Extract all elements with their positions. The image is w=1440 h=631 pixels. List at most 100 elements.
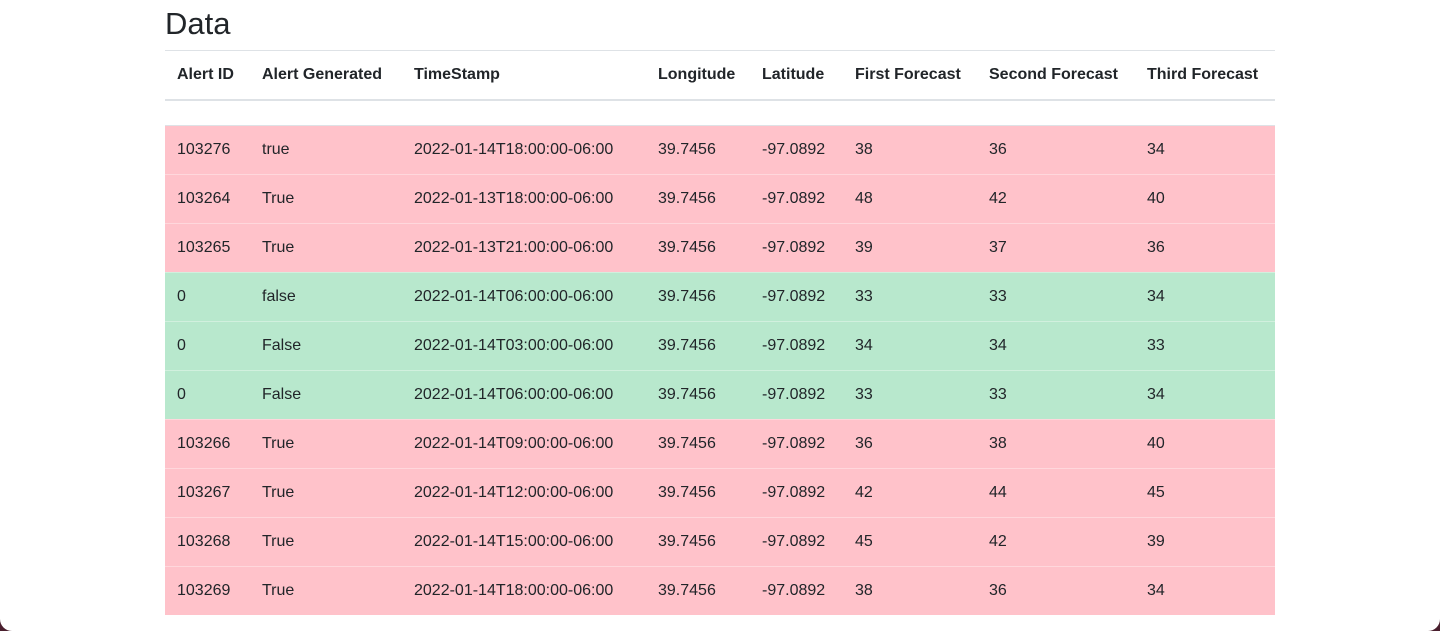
cell-first-forecast: 42	[843, 467, 977, 517]
table-row: 0 False 2022-01-14T03:00:00-06:00 39.7456 -9…	[165, 320, 1275, 370]
cell-alert-id: 0	[165, 369, 250, 419]
cell-first-forecast: 38	[843, 124, 977, 174]
cell-second-forecast: 38	[977, 418, 1135, 468]
cell-third-forecast: 34	[1135, 271, 1275, 321]
cell-third-forecast: 40	[1135, 418, 1275, 468]
cell-first-forecast: 34	[843, 320, 977, 370]
cell-alert-generated: False	[250, 369, 402, 419]
cell-first-forecast: 45	[843, 516, 977, 566]
cell-second-forecast: 42	[977, 173, 1135, 223]
table-row: 103265 True 2022-01-13T21:00:00-06:00 39.74…	[165, 222, 1275, 272]
cell-longitude: 39.7456	[646, 516, 750, 566]
cell-timestamp: 2022-01-14T09:00:00-06:00	[402, 418, 646, 468]
cell-timestamp: 2022-01-14T18:00:00-06:00	[402, 565, 646, 615]
cell-longitude: 39.7456	[646, 565, 750, 615]
cell-second-forecast: 37	[977, 222, 1135, 272]
header-alert-id: Alert ID	[165, 50, 250, 101]
data-table: Alert ID Alert Generated TimeStamp Longi…	[165, 50, 1275, 615]
header-row: Alert ID Alert Generated TimeStamp Longi…	[165, 50, 1275, 101]
cell-alert-id: 103266	[165, 418, 250, 468]
cell-latitude: -97.0892	[750, 516, 843, 566]
cell-second-forecast: 33	[977, 271, 1135, 321]
cell-alert-generated: false	[250, 271, 402, 321]
cell-timestamp: 2022-01-13T21:00:00-06:00	[402, 222, 646, 272]
main-content: Data Alert ID Alert Generated TimeStamp …	[165, 0, 1275, 615]
cell-latitude: -97.0892	[750, 320, 843, 370]
cell-third-forecast: 33	[1135, 320, 1275, 370]
cell-latitude: -97.0892	[750, 124, 843, 174]
table-row: 103267 True 2022-01-14T12:00:00-06:00 39.74…	[165, 467, 1275, 517]
app-window: Data Alert ID Alert Generated TimeStamp …	[0, 0, 1440, 631]
table-row: 103276 true 2022-01-14T18:00:00-06:00 39.74…	[165, 124, 1275, 174]
cell-latitude: -97.0892	[750, 271, 843, 321]
cell-alert-generated: True	[250, 565, 402, 615]
header-second-forecast: Second Forecast	[977, 50, 1135, 101]
cell-timestamp: 2022-01-14T12:00:00-06:00	[402, 467, 646, 517]
cell-longitude: 39.7456	[646, 418, 750, 468]
header-latitude: Latitude	[750, 50, 843, 101]
cell-latitude: -97.0892	[750, 222, 843, 272]
cell-alert-generated: True	[250, 222, 402, 272]
cell-alert-id: 103268	[165, 516, 250, 566]
cell-alert-generated: true	[250, 124, 402, 174]
cell-timestamp: 2022-01-14T15:00:00-06:00	[402, 516, 646, 566]
header-alert-generated: Alert Generated	[250, 50, 402, 101]
cell-alert-id: 103276	[165, 124, 250, 174]
cell-third-forecast: 36	[1135, 222, 1275, 272]
cell-alert-id: 103269	[165, 565, 250, 615]
cell-latitude: -97.0892	[750, 467, 843, 517]
cell-third-forecast: 40	[1135, 173, 1275, 223]
header-third-forecast: Third Forecast	[1135, 50, 1275, 101]
cell-third-forecast: 34	[1135, 369, 1275, 419]
cell-longitude: 39.7456	[646, 320, 750, 370]
cell-second-forecast: 36	[977, 124, 1135, 174]
cell-longitude: 39.7456	[646, 124, 750, 174]
cell-second-forecast: 42	[977, 516, 1135, 566]
cell-third-forecast: 34	[1135, 565, 1275, 615]
cell-longitude: 39.7456	[646, 173, 750, 223]
header-longitude: Longitude	[646, 50, 750, 101]
cell-third-forecast: 34	[1135, 124, 1275, 174]
cell-timestamp: 2022-01-14T03:00:00-06:00	[402, 320, 646, 370]
cell-alert-generated: True	[250, 173, 402, 223]
cell-alert-id: 103265	[165, 222, 250, 272]
cell-alert-generated: True	[250, 467, 402, 517]
cell-alert-generated: True	[250, 418, 402, 468]
cell-latitude: -97.0892	[750, 418, 843, 468]
table-body: 103276 true 2022-01-14T18:00:00-06:00 39.74…	[165, 99, 1275, 615]
cell-third-forecast: 45	[1135, 467, 1275, 517]
cell-second-forecast: 44	[977, 467, 1135, 517]
cell-latitude: -97.0892	[750, 369, 843, 419]
cell-timestamp: 2022-01-13T18:00:00-06:00	[402, 173, 646, 223]
cell-alert-generated: True	[250, 516, 402, 566]
spacer-row	[165, 99, 1275, 126]
cell-first-forecast: 36	[843, 418, 977, 468]
table-row: 0 false 2022-01-14T06:00:00-06:00 39.7456 -9…	[165, 271, 1275, 321]
cell-longitude: 39.7456	[646, 467, 750, 517]
cell-first-forecast: 33	[843, 369, 977, 419]
cell-alert-id: 103267	[165, 467, 250, 517]
cell-second-forecast: 36	[977, 565, 1135, 615]
table-header: Alert ID Alert Generated TimeStamp Longi…	[165, 50, 1275, 101]
cell-longitude: 39.7456	[646, 222, 750, 272]
cell-alert-generated: False	[250, 320, 402, 370]
cell-longitude: 39.7456	[646, 271, 750, 321]
header-timestamp: TimeStamp	[402, 50, 646, 101]
cell-longitude: 39.7456	[646, 369, 750, 419]
table-row: 103266 True 2022-01-14T09:00:00-06:00 39.74…	[165, 418, 1275, 468]
cell-second-forecast: 33	[977, 369, 1135, 419]
cell-alert-id: 0	[165, 271, 250, 321]
table-row: 103269 True 2022-01-14T18:00:00-06:00 39.74…	[165, 565, 1275, 615]
table-row: 0 False 2022-01-14T06:00:00-06:00 39.7456 -9…	[165, 369, 1275, 419]
cell-first-forecast: 39	[843, 222, 977, 272]
cell-second-forecast: 34	[977, 320, 1135, 370]
table-row: 103268 True 2022-01-14T15:00:00-06:00 39.74…	[165, 516, 1275, 566]
cell-first-forecast: 33	[843, 271, 977, 321]
cell-alert-id: 103264	[165, 173, 250, 223]
cell-latitude: -97.0892	[750, 173, 843, 223]
cell-first-forecast: 48	[843, 173, 977, 223]
table-row: 103264 True 2022-01-13T18:00:00-06:00 39.74…	[165, 173, 1275, 223]
cell-timestamp: 2022-01-14T18:00:00-06:00	[402, 124, 646, 174]
cell-alert-id: 0	[165, 320, 250, 370]
cell-latitude: -97.0892	[750, 565, 843, 615]
